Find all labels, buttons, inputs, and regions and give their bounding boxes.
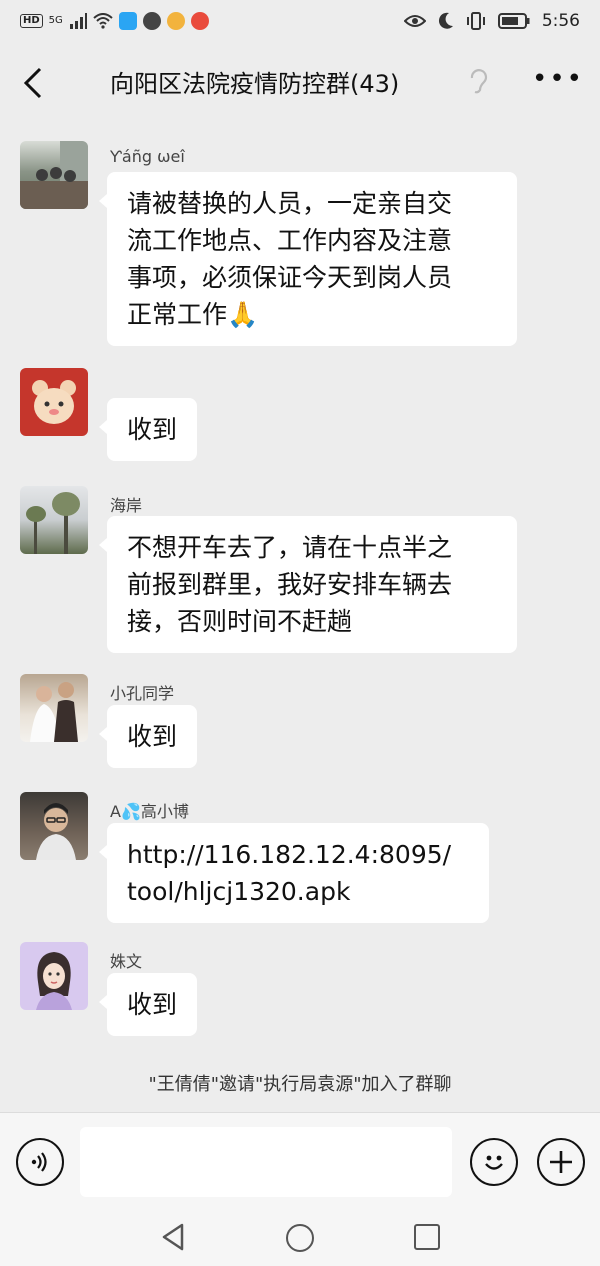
avatar[interactable] <box>20 942 88 1010</box>
message-bubble[interactable]: 收到 <box>98 398 198 461</box>
sender-name: 姝文 <box>110 952 143 971</box>
weibo-icon <box>166 12 185 30</box>
avatar[interactable] <box>20 674 88 742</box>
link-line: http://116.182.12.4:8095/ <box>127 840 452 869</box>
status-bar: HD 5G 5:56 <box>0 0 600 42</box>
input-bar <box>0 1112 600 1212</box>
message-line: 事项，必须保证今天到岗人员 <box>127 263 453 292</box>
battery-icon <box>497 13 530 29</box>
signal-icon <box>69 13 87 29</box>
message-line: 接，否则时间不赶趟 <box>127 607 353 636</box>
more-icon[interactable]: ••• <box>532 64 584 94</box>
eye-icon <box>403 15 426 27</box>
link-line: tool/hljcj1320.apk <box>127 877 351 906</box>
avatar[interactable] <box>20 141 88 209</box>
message-line: 前报到群里，我好安排车辆去 <box>127 570 453 599</box>
sender-name: 海岸 <box>110 496 143 515</box>
network-type: 5G <box>48 15 63 26</box>
emoji-icon <box>485 1155 503 1170</box>
sender-name: A💦高小博 <box>110 802 189 821</box>
moon-icon <box>438 12 453 29</box>
vibrate-icon <box>466 12 485 30</box>
avatar[interactable] <box>20 792 88 860</box>
ear-icon <box>470 69 487 94</box>
voice-icon <box>31 1152 47 1172</box>
message-bubble[interactable]: 收到 <box>98 705 198 768</box>
nav-recents-icon[interactable] <box>414 1224 440 1250</box>
system-notice: "王倩倩"邀请"执行局袁源"加入了群聊 <box>148 1074 452 1095</box>
message-line: 收到 <box>127 722 178 751</box>
message-bubble[interactable]: 收到 <box>98 973 198 1036</box>
message-line: 收到 <box>127 415 178 444</box>
search-app-icon <box>118 12 137 30</box>
app-icon <box>142 12 161 30</box>
hd-badge: HD <box>20 14 43 28</box>
message-line: 请被替换的人员，一定亲自交 <box>127 189 453 218</box>
message-bubble[interactable]: 请被替换的人员，一定亲自交 流工作地点、工作内容及注意 事项，必须保证今天到岗人… <box>99 172 517 346</box>
wifi-icon <box>93 13 113 29</box>
back-icon[interactable] <box>20 66 50 100</box>
chat-header: 向阳区法院疫情防控群(43) ••• <box>0 42 600 122</box>
message-input[interactable] <box>80 1127 452 1197</box>
weibo-icon <box>190 12 209 30</box>
plus-icon <box>550 1151 572 1173</box>
nav-home-icon[interactable] <box>286 1224 314 1252</box>
sender-name: 小孔同学 <box>110 684 175 703</box>
chat-title: 向阳区法院疫情防控群(43) <box>110 70 400 98</box>
system-nav-bar <box>0 1212 600 1266</box>
message-bubble[interactable]: http://116.182.12.4:8095/ tool/hljcj1320… <box>99 823 489 923</box>
emoji-button[interactable] <box>470 1138 518 1186</box>
avatar[interactable] <box>20 486 88 554</box>
message-line: 收到 <box>127 990 178 1019</box>
voice-button[interactable] <box>16 1138 64 1186</box>
message-line: 正常工作🙏 <box>127 300 259 329</box>
avatar[interactable] <box>20 368 88 436</box>
nav-back-icon[interactable] <box>160 1222 186 1252</box>
sender-name: Ƴáñg ωeî <box>110 147 185 166</box>
message-line: 不想开车去了，请在十点半之 <box>127 533 453 562</box>
message-line: 流工作地点、工作内容及注意 <box>127 226 453 255</box>
add-button[interactable] <box>537 1138 585 1186</box>
clock: 5:56 <box>541 11 580 31</box>
message-bubble[interactable]: 不想开车去了，请在十点半之 前报到群里，我好安排车辆去 接，否则时间不赶趟 <box>99 516 517 653</box>
